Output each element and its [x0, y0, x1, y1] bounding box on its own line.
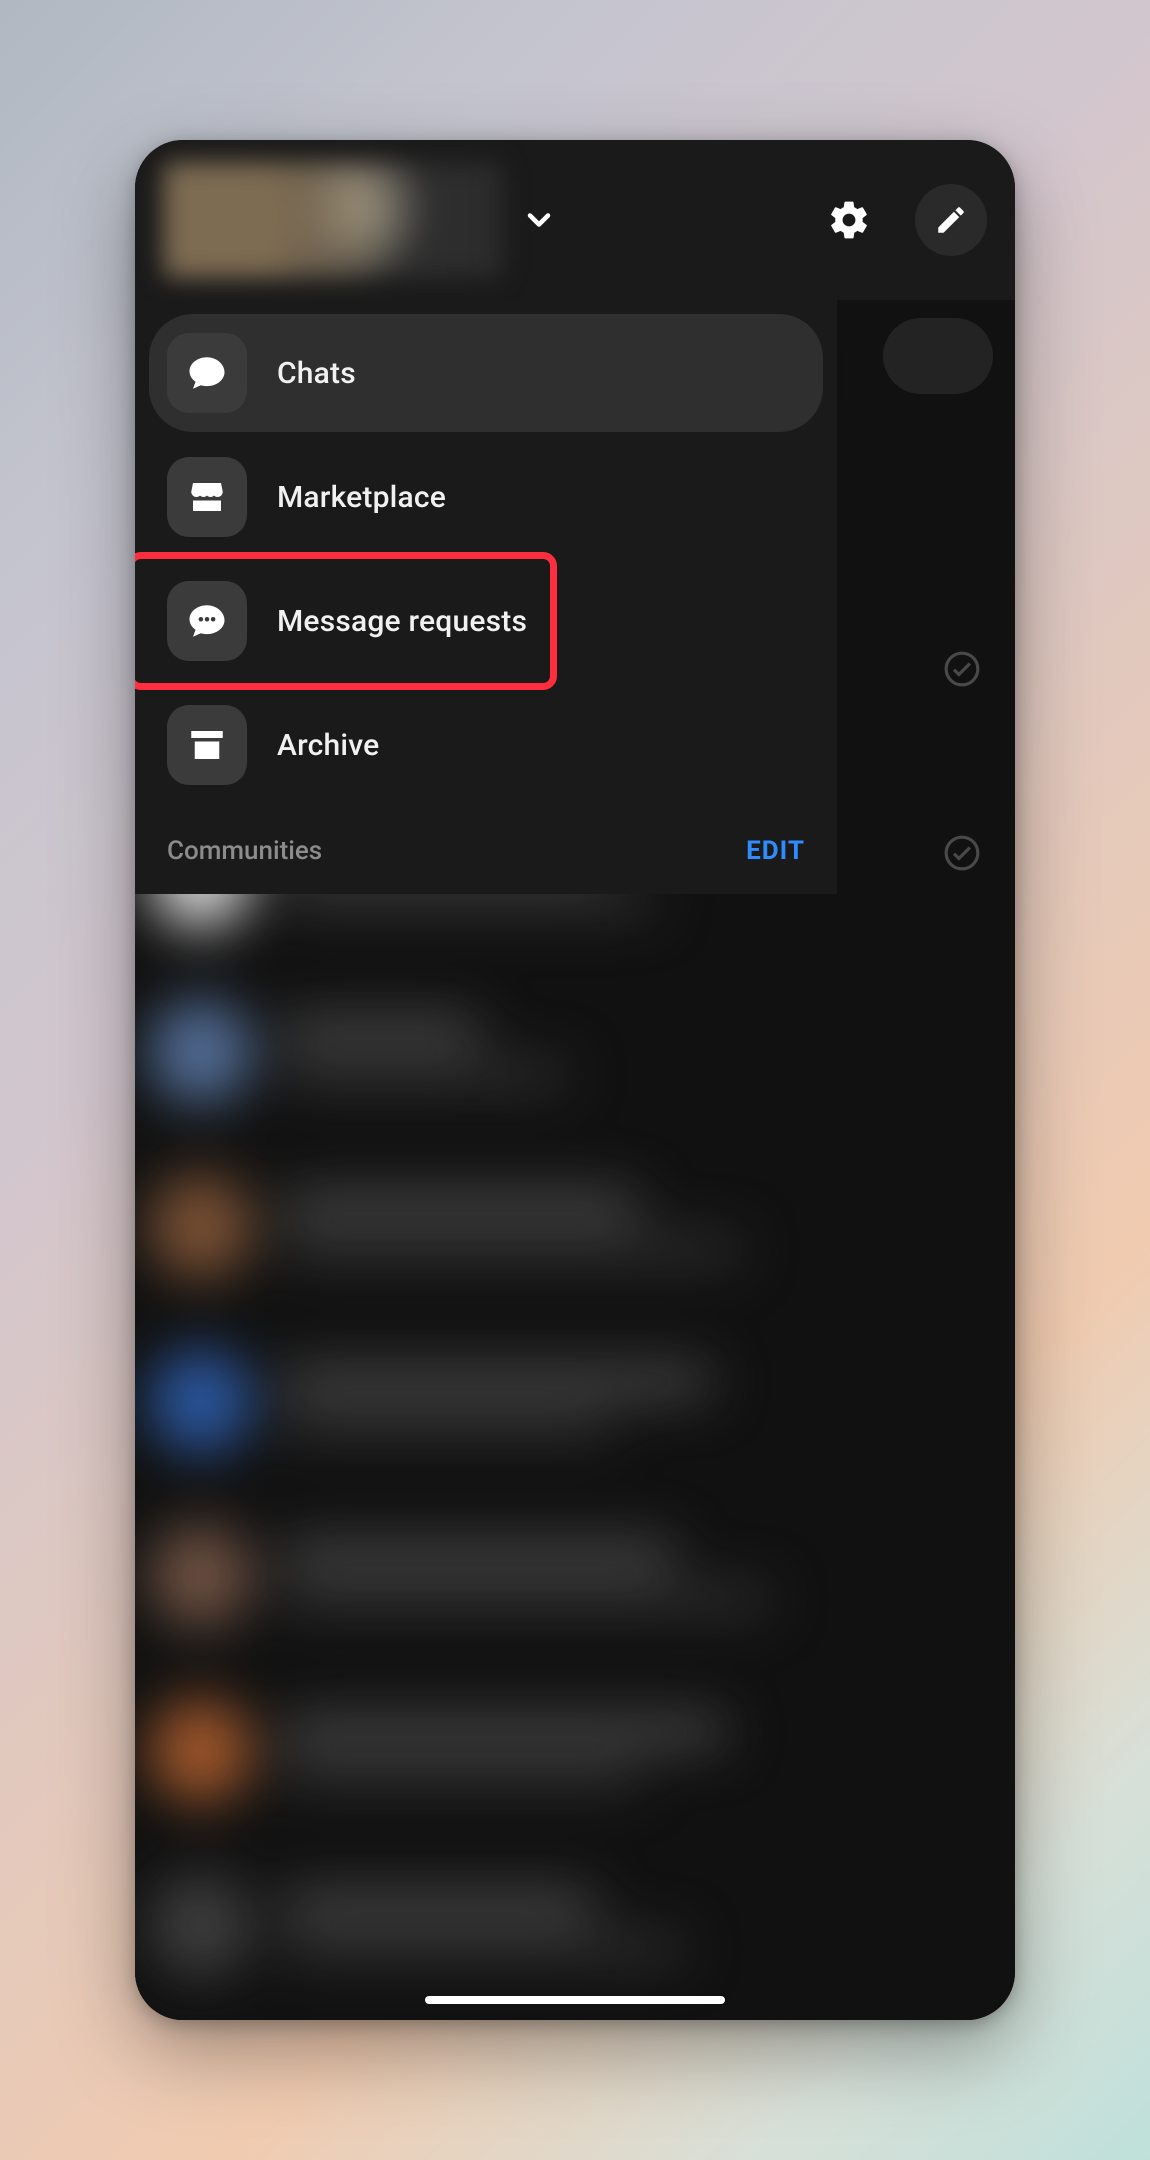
chat-bubble-icon — [167, 333, 247, 413]
settings-button[interactable] — [813, 184, 885, 256]
header-bar — [135, 140, 1015, 300]
delivered-check-icon — [943, 650, 981, 688]
edit-communities-link[interactable]: EDIT — [746, 836, 805, 866]
device-frame: Chats Marketplace Message requests Archi… — [135, 140, 1015, 2020]
menu-label: Marketplace — [277, 480, 446, 515]
compose-button[interactable] — [915, 184, 987, 256]
menu-item-marketplace[interactable]: Marketplace — [149, 438, 823, 556]
home-indicator — [425, 1996, 725, 2004]
communities-section-header: Communities EDIT — [149, 810, 823, 872]
storefront-icon — [167, 457, 247, 537]
communities-heading: Communities — [167, 836, 322, 866]
menu-label: Archive — [277, 728, 379, 763]
menu-item-chats[interactable]: Chats — [149, 314, 823, 432]
menu-item-archive[interactable]: Archive — [149, 686, 823, 804]
archive-box-icon — [167, 705, 247, 785]
search-pill-peek — [883, 318, 993, 394]
chat-ellipsis-icon — [167, 581, 247, 661]
pencil-icon — [934, 203, 968, 237]
navigation-panel: Chats Marketplace Message requests Archi… — [135, 300, 837, 894]
chevron-down-icon[interactable] — [521, 202, 557, 238]
menu-label: Message requests — [277, 604, 527, 639]
account-switcher[interactable] — [163, 162, 503, 278]
delivered-check-icon — [943, 834, 981, 872]
menu-label: Chats — [277, 356, 356, 391]
gear-icon — [827, 198, 871, 242]
menu-item-message-requests[interactable]: Message requests — [149, 562, 823, 680]
